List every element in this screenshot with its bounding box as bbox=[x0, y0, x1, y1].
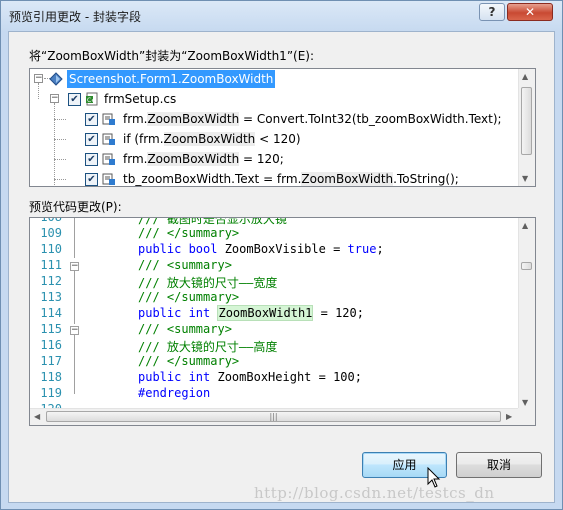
line-number: 117 bbox=[40, 354, 62, 368]
code-line: public bool ZoomBoxVisible = true; bbox=[138, 242, 384, 256]
title-bar[interactable]: 预览引用更改 - 封装字段 ? ✕ bbox=[1, 1, 562, 31]
mouse-cursor-icon bbox=[427, 467, 441, 488]
help-button[interactable]: ? bbox=[479, 3, 505, 21]
reference-checkbox[interactable]: ✔ bbox=[85, 173, 98, 186]
code-line: /// 放大镜的尺寸——宽度 bbox=[138, 276, 278, 290]
fold-guide bbox=[74, 270, 75, 324]
watermark: http://blog.csdn.net/testcs_dn bbox=[254, 484, 495, 502]
code-line: /// 放大镜的尺寸——高度 bbox=[138, 340, 278, 354]
code-line: /// <summary> bbox=[138, 258, 232, 272]
svg-text:C#: C# bbox=[87, 97, 96, 104]
collapse-region-icon[interactable]: − bbox=[70, 326, 79, 335]
tree-root-label: Screenshot.Form1.ZoomBoxWidth bbox=[67, 70, 276, 88]
line-number: 110 bbox=[40, 242, 62, 256]
scroll-right-arrow-icon[interactable]: ▶ bbox=[506, 412, 512, 421]
line-number: 108 bbox=[40, 217, 62, 224]
preview-changes-dialog: 预览引用更改 - 封装字段 ? ✕ 将“ZoomBoxWidth”封装为“Zoo… bbox=[0, 0, 563, 510]
reference-text: if (frm.ZoomBoxWidth < 120) bbox=[123, 132, 301, 146]
scroll-down-arrow-icon[interactable]: ▼ bbox=[522, 174, 528, 183]
file-checkbox[interactable]: ✔ bbox=[68, 93, 81, 106]
tree-row-root[interactable]: − Screenshot.Form1.ZoomBoxWidth bbox=[30, 69, 520, 89]
field-icon bbox=[49, 72, 63, 86]
code-line: /// </summary> bbox=[138, 290, 240, 304]
code-section-label: 预览代码更改(P): bbox=[29, 200, 122, 214]
reference-icon bbox=[102, 113, 115, 125]
code-line: /// <summary> bbox=[138, 322, 232, 336]
line-number: 111 bbox=[40, 258, 62, 272]
window-title: 预览引用更改 - 封装字段 bbox=[9, 10, 141, 24]
scroll-thumb[interactable]: ||| bbox=[46, 411, 501, 422]
code-line: #endregion bbox=[138, 386, 211, 400]
scroll-up-arrow-icon[interactable]: ▲ bbox=[522, 72, 528, 81]
collapse-region-icon[interactable]: − bbox=[70, 262, 79, 271]
reference-icon bbox=[102, 153, 115, 165]
code-line: /// </summary> bbox=[138, 354, 240, 368]
reference-icon bbox=[102, 173, 115, 185]
code-vertical-scrollbar[interactable]: ▲ ▼ bbox=[518, 218, 535, 410]
scroll-down-arrow-icon[interactable]: ▼ bbox=[522, 398, 528, 407]
reference-checkbox[interactable]: ✔ bbox=[85, 113, 98, 126]
collapse-icon[interactable]: − bbox=[34, 74, 43, 83]
scroll-thumb[interactable] bbox=[521, 87, 532, 155]
tree-row-file[interactable]: − ✔ C# frmSetup.cs bbox=[30, 83, 520, 109]
code-preview[interactable]: 108 /// 截图时是否显示放大镜 109 /// </summary> 11… bbox=[29, 217, 536, 426]
code-line: public int ZoomBoxWidth1 = 120; bbox=[138, 305, 364, 321]
reference-checkbox[interactable]: ✔ bbox=[85, 153, 98, 166]
fold-guide bbox=[74, 334, 75, 394]
line-number: 119 bbox=[40, 386, 62, 400]
collapse-icon[interactable]: − bbox=[50, 94, 59, 103]
line-number: 109 bbox=[40, 226, 62, 240]
line-number: 112 bbox=[40, 274, 62, 288]
cancel-button[interactable]: 取消 bbox=[456, 452, 542, 478]
file-name: frmSetup.cs bbox=[104, 92, 177, 106]
tree-section-label: 将“ZoomBoxWidth”封装为“ZoomBoxWidth1”(E): bbox=[29, 49, 315, 63]
scrollbar-corner bbox=[518, 408, 535, 425]
code-line: public int ZoomBoxHeight = 100; bbox=[138, 370, 362, 384]
tree-vertical-scrollbar[interactable]: ▲ ▼ bbox=[518, 69, 535, 186]
line-number: 118 bbox=[40, 370, 62, 384]
tree-row-reference[interactable]: ✔ frm.ZoomBoxWidth = Convert.ToInt32(tb_… bbox=[30, 103, 520, 186]
tree-row-reference[interactable]: ✔ frm.ZoomBoxWidth = 120; bbox=[30, 149, 520, 169]
scroll-thumb[interactable] bbox=[521, 262, 532, 270]
code-horizontal-scrollbar[interactable]: ◀ ||| ▶ bbox=[30, 408, 520, 425]
scroll-up-arrow-icon[interactable]: ▲ bbox=[522, 221, 528, 230]
reference-checkbox[interactable]: ✔ bbox=[85, 133, 98, 146]
reference-text: frm.ZoomBoxWidth = Convert.ToInt32(tb_zo… bbox=[123, 112, 502, 126]
tree-row-reference[interactable]: ✔ tb_zoomBoxWidth.Text = frm.ZoomBoxWidt… bbox=[30, 169, 520, 186]
line-number: 114 bbox=[40, 306, 62, 320]
reference-icon bbox=[102, 133, 115, 145]
code-line: /// </summary> bbox=[138, 226, 240, 240]
line-number: 115 bbox=[40, 322, 62, 336]
reference-text: tb_zoomBoxWidth.Text = frm.ZoomBoxWidth.… bbox=[123, 172, 459, 186]
renamed-field-highlight: ZoomBoxWidth1 bbox=[217, 305, 314, 321]
reference-tree[interactable]: − Screenshot.Form1.ZoomBoxWidth − ✔ C# f… bbox=[29, 68, 536, 187]
close-button[interactable]: ✕ bbox=[507, 3, 553, 21]
tree-row-reference[interactable]: ✔ if (frm.ZoomBoxWidth < 120) bbox=[30, 129, 520, 149]
line-number: 116 bbox=[40, 338, 62, 352]
scroll-left-arrow-icon[interactable]: ◀ bbox=[34, 412, 40, 421]
line-number: 113 bbox=[40, 290, 62, 304]
fold-guide bbox=[74, 218, 75, 258]
csharp-file-icon: C# bbox=[86, 92, 98, 106]
reference-text: frm.ZoomBoxWidth = 120; bbox=[123, 152, 284, 166]
